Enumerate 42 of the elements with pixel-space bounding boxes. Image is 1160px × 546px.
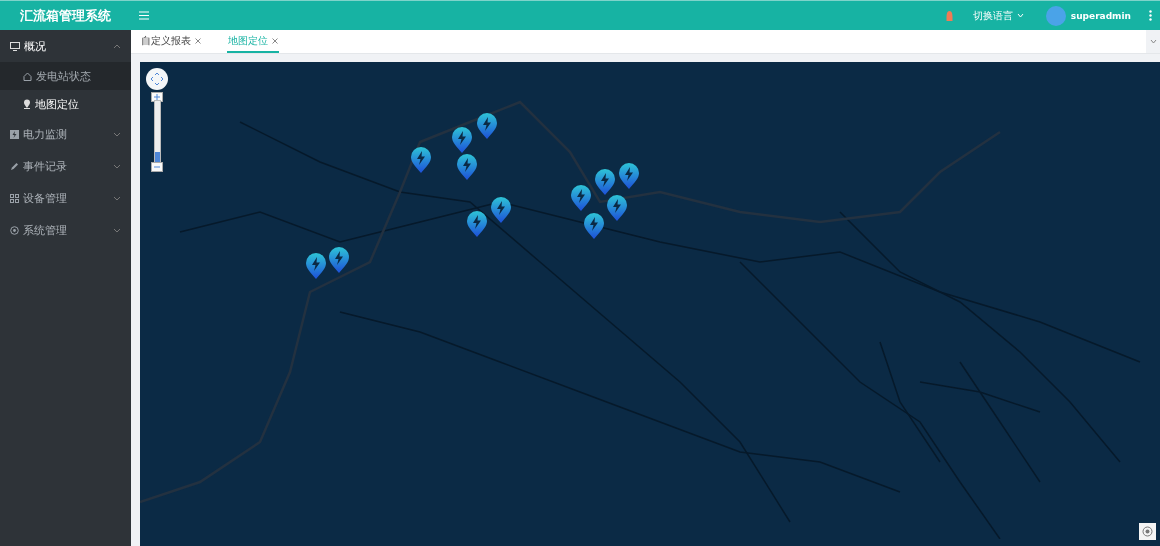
location-pin-icon (23, 99, 31, 109)
map-marker-icon[interactable] (490, 196, 512, 223)
map-marker-icon[interactable] (305, 252, 327, 279)
caret-icon (1149, 39, 1157, 44)
plus-icon (154, 94, 160, 100)
chevron-icon (113, 131, 121, 137)
sidebar-item[interactable]: 设备管理 (0, 182, 131, 214)
close-icon[interactable] (195, 37, 201, 44)
map-marker-icon[interactable] (476, 112, 498, 139)
map-marker-icon[interactable] (456, 153, 478, 180)
pan-control[interactable] (146, 68, 168, 90)
minus-icon (154, 166, 160, 168)
arrows-icon (150, 72, 164, 86)
sidebar-item[interactable]: 事件记录 (0, 150, 131, 182)
sidebar-item[interactable]: 电力监测 (0, 118, 131, 150)
bolt-icon (10, 129, 19, 139)
map-marker-icon[interactable] (410, 146, 432, 173)
chevron-icon (113, 163, 121, 169)
tab[interactable]: 自定义报表 (140, 30, 202, 53)
sidebar-item[interactable]: 概况 (0, 30, 131, 62)
caret-icon (1016, 13, 1024, 18)
pen-icon (10, 161, 19, 171)
map-marker-icon[interactable] (451, 126, 473, 153)
map-marker-icon[interactable] (618, 162, 640, 189)
close-icon[interactable] (272, 37, 278, 44)
settings-icon (10, 225, 19, 235)
sidebar-subitem[interactable]: 发电站状态 (0, 62, 131, 90)
grid-icon (10, 193, 19, 203)
chevron-icon (113, 43, 121, 49)
map-marker-icon[interactable] (583, 212, 605, 239)
home-icon (23, 71, 32, 81)
map-marker-icon[interactable] (466, 210, 488, 237)
monitor-icon (10, 41, 20, 51)
map-marker-icon[interactable] (570, 184, 592, 211)
app-title: 汇流箱管理系统 (19, 6, 112, 25)
map-marker-icon[interactable] (606, 194, 628, 221)
map-marker-icon[interactable] (328, 246, 350, 273)
locate-icon[interactable] (1139, 523, 1156, 540)
chevron-icon (113, 227, 121, 233)
map-marker-icon[interactable] (594, 168, 616, 195)
chevron-icon (113, 195, 121, 201)
sidebar-item[interactable]: 系统管理 (0, 214, 131, 246)
